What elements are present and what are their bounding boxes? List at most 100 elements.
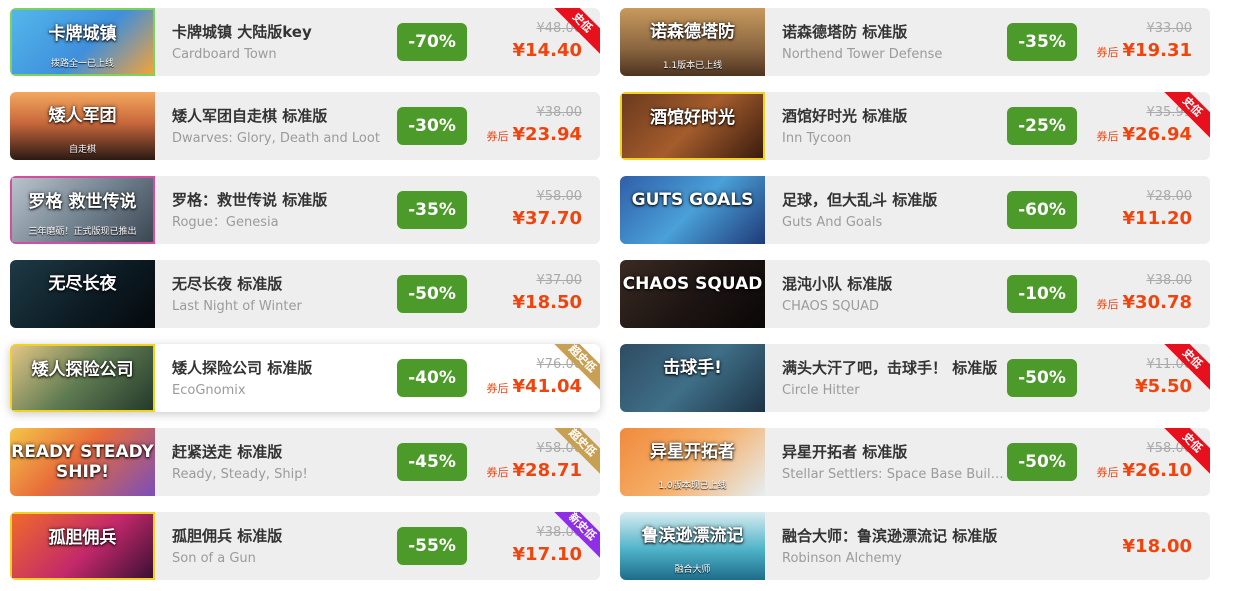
original-price: ¥58.00 xyxy=(536,189,583,204)
sale-price: ¥11.20 xyxy=(1123,207,1192,231)
thumbnail-caption-text: 1.0版本现已上线 xyxy=(658,481,727,491)
sale-price: ¥37.70 xyxy=(513,207,582,231)
thumbnail-title-text: 异星开拓者 xyxy=(650,442,735,462)
discount-badge: -10% xyxy=(1007,275,1077,313)
sale-price-value: ¥37.70 xyxy=(512,208,582,229)
game-thumbnail[interactable]: GUTS GOALS xyxy=(620,176,765,244)
game-thumbnail[interactable]: 酒馆好时光 xyxy=(620,92,765,160)
original-price: ¥37.00 xyxy=(536,273,583,288)
game-title[interactable]: 矮人探险公司 标准版 xyxy=(172,358,394,378)
game-card[interactable]: 诺森德塔防 1.1版本已上线 诺森德塔防 标准版 Northend Tower … xyxy=(620,8,1210,76)
thumbnail-title-text: 矮人探险公司 xyxy=(31,360,134,380)
game-thumbnail[interactable]: CHAOS SQUAD xyxy=(620,260,765,328)
game-thumbnail[interactable]: 击球手! xyxy=(620,344,765,412)
thumbnail-caption-text: 三年磨砺！正式版现已推出 xyxy=(28,227,137,237)
sale-price-value: ¥26.10 xyxy=(1122,460,1192,481)
sale-price-value: ¥11.20 xyxy=(1122,208,1192,229)
discount-badge: -50% xyxy=(1007,443,1077,481)
sale-price-value: ¥18.50 xyxy=(512,292,582,313)
game-thumbnail[interactable]: 无尽长夜 xyxy=(10,260,155,328)
game-thumbnail[interactable]: 孤胆佣兵 xyxy=(10,512,155,580)
thumbnail-title-text: CHAOS SQUAD xyxy=(622,274,763,294)
original-price: ¥38.00 xyxy=(536,105,583,120)
discount-badge: -55% xyxy=(397,527,467,565)
game-card[interactable]: 鲁滨逊漂流记 融合大师 融合大师：鲁滨逊漂流记 标准版 Robinson Alc… xyxy=(620,512,1210,580)
game-thumbnail[interactable]: 鲁滨逊漂流记 融合大师 xyxy=(620,512,765,580)
thumbnail-title-text: 击球手! xyxy=(663,358,722,378)
game-title[interactable]: 融合大师：鲁滨逊漂流记 标准版 xyxy=(782,526,1004,546)
sale-price: 券后 ¥28.71 xyxy=(487,459,582,485)
game-card[interactable]: 无尽长夜 无尽长夜 标准版 Last Night of Winter -50% … xyxy=(10,260,600,328)
game-english-title: Circle Hitter xyxy=(782,383,860,398)
coupon-label: 券后 xyxy=(486,466,509,479)
discount-badge: -45% xyxy=(397,443,467,481)
original-price: ¥38.00 xyxy=(1146,273,1193,288)
game-thumbnail[interactable]: 矮人探险公司 xyxy=(10,344,155,412)
game-title[interactable]: 混沌小队 标准版 xyxy=(782,274,1004,294)
game-card[interactable]: 矮人探险公司 矮人探险公司 标准版 EcoGnomix -40% ¥76.00 … xyxy=(10,344,600,412)
game-title[interactable]: 诺森德塔防 标准版 xyxy=(782,22,1004,42)
coupon-label: 券后 xyxy=(1096,298,1119,311)
sale-price-value: ¥19.31 xyxy=(1122,40,1192,61)
thumbnail-title-text: 孤胆佣兵 xyxy=(48,528,117,548)
sale-price-value: ¥30.78 xyxy=(1122,292,1192,313)
game-english-title: Rogue：Genesia xyxy=(172,215,279,230)
game-card[interactable]: READY STEADY SHIP! 赶紧送走 标准版 Ready, Stead… xyxy=(10,428,600,496)
game-card[interactable]: 矮人军团 自走棋 矮人军团自走棋 标准版 Dwarves: Glory, Dea… xyxy=(10,92,600,160)
thumbnail-caption-text: 融合大师 xyxy=(674,565,711,575)
game-title[interactable]: 足球，但大乱斗 标准版 xyxy=(782,190,1004,210)
game-english-title: Ready, Steady, Ship! xyxy=(172,467,308,482)
game-card[interactable]: CHAOS SQUAD 混沌小队 标准版 CHAOS SQUAD -10% ¥3… xyxy=(620,260,1210,328)
game-title[interactable]: 酒馆好时光 标准版 xyxy=(782,106,1004,126)
game-title[interactable]: 孤胆佣兵 标准版 xyxy=(172,526,394,546)
game-title[interactable]: 无尽长夜 标准版 xyxy=(172,274,394,294)
game-title[interactable]: 异星开拓者 标准版 xyxy=(782,442,1004,462)
game-title[interactable]: 赶紧送走 标准版 xyxy=(172,442,394,462)
game-card[interactable]: 酒馆好时光 酒馆好时光 标准版 Inn Tycoon -25% ¥35.99 券… xyxy=(620,92,1210,160)
game-card[interactable]: 孤胆佣兵 孤胆佣兵 标准版 Son of a Gun -55% ¥38.00 ¥… xyxy=(10,512,600,580)
thumbnail-title-text: 矮人军团 xyxy=(48,106,117,126)
thumbnail-title-text: 无尽长夜 xyxy=(48,274,117,294)
sale-price: ¥17.10 xyxy=(513,543,582,567)
sale-price: ¥14.40 xyxy=(513,39,582,63)
sale-price-value: ¥23.94 xyxy=(512,124,582,145)
game-thumbnail[interactable]: 诺森德塔防 1.1版本已上线 xyxy=(620,8,765,76)
thumbnail-title-text: GUTS GOALS xyxy=(631,190,754,210)
game-english-title: Northend Tower Defense xyxy=(782,47,943,62)
sale-price-value: ¥28.71 xyxy=(512,460,582,481)
sale-price: ¥18.00 xyxy=(1123,535,1192,559)
discount-badge: -50% xyxy=(1007,359,1077,397)
sale-price-value: ¥14.40 xyxy=(512,40,582,61)
coupon-label: 券后 xyxy=(486,130,509,143)
coupon-label: 券后 xyxy=(1096,466,1119,479)
thumbnail-title-text: 卡牌城镇 xyxy=(48,24,117,44)
game-card[interactable]: GUTS GOALS 足球，但大乱斗 标准版 Guts And Goals -6… xyxy=(620,176,1210,244)
game-title[interactable]: 罗格：救世传说 标准版 xyxy=(172,190,394,210)
game-thumbnail[interactable]: READY STEADY SHIP! xyxy=(10,428,155,496)
game-english-title: Stellar Settlers: Space Base Builder xyxy=(782,467,1004,482)
game-english-title: Last Night of Winter xyxy=(172,299,302,314)
game-english-title: EcoGnomix xyxy=(172,383,246,398)
game-title[interactable]: 卡牌城镇 大陆版key xyxy=(172,22,394,42)
game-card[interactable]: 击球手! 满头大汗了吧，击球手！ 标准版 Circle Hitter -50% … xyxy=(620,344,1210,412)
game-thumbnail[interactable]: 罗格 救世传说 三年磨砺！正式版现已推出 xyxy=(10,176,155,244)
sale-price-value: ¥41.04 xyxy=(512,376,582,397)
sale-price: ¥5.50 xyxy=(1135,375,1192,399)
discount-badge: -35% xyxy=(397,191,467,229)
discount-badge: -70% xyxy=(397,23,467,61)
game-title[interactable]: 满头大汗了吧，击球手！ 标准版 xyxy=(782,358,1004,378)
game-thumbnail[interactable]: 异星开拓者 1.0版本现已上线 xyxy=(620,428,765,496)
sale-price: 券后 ¥26.10 xyxy=(1097,459,1192,485)
game-thumbnail[interactable]: 卡牌城镇 拨路全一已上线 xyxy=(10,8,155,76)
sale-price: 券后 ¥26.94 xyxy=(1097,123,1192,149)
game-title[interactable]: 矮人军团自走棋 标准版 xyxy=(172,106,394,126)
game-card[interactable]: 罗格 救世传说 三年磨砺！正式版现已推出 罗格：救世传说 标准版 Rogue：G… xyxy=(10,176,600,244)
thumbnail-caption-text: 自走棋 xyxy=(68,145,96,155)
game-thumbnail[interactable]: 矮人军团 自走棋 xyxy=(10,92,155,160)
discount-badge: -50% xyxy=(397,275,467,313)
sale-price-value: ¥5.50 xyxy=(1135,376,1192,397)
game-english-title: Robinson Alchemy xyxy=(782,551,902,566)
sale-price-value: ¥17.10 xyxy=(512,544,582,565)
game-card[interactable]: 异星开拓者 1.0版本现已上线 异星开拓者 标准版 Stellar Settle… xyxy=(620,428,1210,496)
game-card[interactable]: 卡牌城镇 拨路全一已上线 卡牌城镇 大陆版key Cardboard Town … xyxy=(10,8,600,76)
